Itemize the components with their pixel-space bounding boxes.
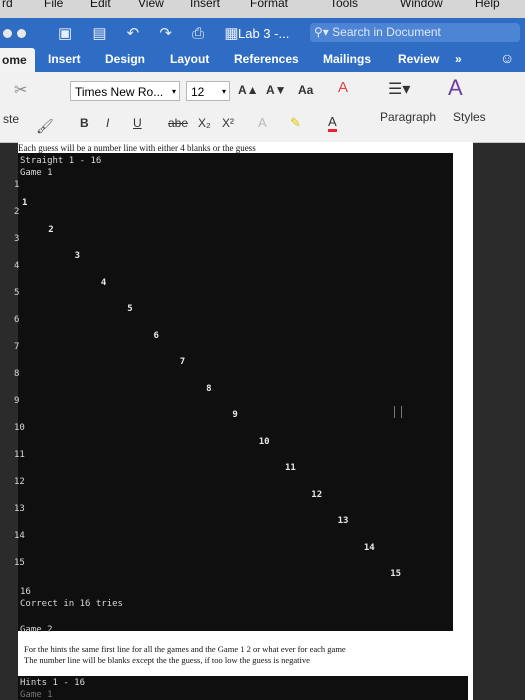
menu-item-app[interactable]: rd bbox=[2, 0, 13, 10]
console-output-hints: Hints 1 - 16 Game 1 bbox=[18, 676, 468, 700]
row-number: 15 bbox=[14, 558, 25, 568]
menu-item-help[interactable]: Help bbox=[475, 0, 500, 10]
console-line: 16 bbox=[20, 587, 31, 597]
font-color-icon[interactable]: A bbox=[328, 114, 337, 132]
intro-text: Each guess will be a number line with ei… bbox=[18, 143, 256, 153]
row-number: 1 bbox=[14, 180, 20, 190]
grow-font-button[interactable]: A▲ bbox=[238, 83, 259, 97]
guess-value: 15 bbox=[390, 569, 402, 579]
bold-button[interactable]: B bbox=[80, 116, 89, 130]
instruction-line: The number line will be blanks except th… bbox=[24, 655, 310, 665]
guess-value: 6 bbox=[153, 330, 159, 341]
paste-label[interactable]: ste bbox=[3, 112, 19, 126]
guess-value: 13 bbox=[337, 516, 349, 526]
document-title: Lab 3 -... bbox=[238, 26, 290, 41]
styles-icon[interactable]: A bbox=[448, 75, 463, 101]
guess-value: 3 bbox=[74, 251, 81, 261]
highlight-icon[interactable]: ✎ bbox=[290, 115, 301, 131]
guess-value: 8 bbox=[206, 383, 212, 394]
title-bar: ▣ ▤ ↶ ↷ ⎙ ▦ Lab 3 -... ⚲▾ Search in Docu… bbox=[0, 18, 525, 48]
styles-label[interactable]: Styles bbox=[453, 110, 486, 124]
row-number: 9 bbox=[14, 396, 20, 406]
strikethrough-button[interactable]: abe bbox=[168, 116, 188, 130]
subscript-button[interactable]: X₂ bbox=[198, 116, 211, 130]
guess-value: 4 bbox=[100, 277, 107, 288]
console-line: Hints 1 - 16 bbox=[20, 678, 86, 688]
console-output-game1: Straight 1 - 16 Game 1 1 2 3 4 5 6 7 8 9 10 11 12 13… bbox=[14, 153, 453, 635]
window-minimize-button[interactable] bbox=[3, 29, 12, 38]
italic-button[interactable]: I bbox=[106, 116, 109, 130]
guess-value: 10 bbox=[258, 436, 270, 447]
paragraph-label[interactable]: Paragraph bbox=[380, 110, 436, 124]
underline-button[interactable]: U bbox=[133, 116, 142, 130]
scissors-icon[interactable]: ✂ bbox=[14, 80, 27, 100]
ribbon-home: ✂ ste 🖌 Times New Ro... ▾ 12 ▾ A▲ A▼ Aa A … bbox=[0, 72, 525, 143]
row-number: 2 bbox=[14, 207, 20, 217]
row-number: 6 bbox=[14, 315, 20, 325]
row-number: 14 bbox=[14, 531, 25, 541]
console-line: Game 1 bbox=[20, 690, 53, 700]
guess-value: 2 bbox=[48, 224, 54, 235]
tab-references[interactable]: References bbox=[234, 52, 299, 66]
guess-value: 14 bbox=[363, 542, 375, 553]
tabs-overflow-button[interactable]: » bbox=[455, 52, 462, 66]
row-number: 12 bbox=[14, 477, 25, 487]
row-number: 4 bbox=[14, 261, 20, 271]
text-cursor-icon bbox=[394, 406, 402, 418]
row-number: 7 bbox=[14, 342, 20, 352]
text-effects-icon[interactable]: A bbox=[258, 115, 267, 130]
row-number: 11 bbox=[14, 450, 25, 460]
guess-value: 9 bbox=[232, 410, 238, 420]
format-painter-icon[interactable]: 🖌 bbox=[36, 118, 54, 135]
menu-item-view[interactable]: View bbox=[138, 0, 164, 10]
row-number: 13 bbox=[14, 504, 25, 514]
instruction-line: For the hints the same first line for al… bbox=[24, 644, 346, 654]
result-line: Correct in 16 tries bbox=[20, 599, 123, 609]
row-number: 5 bbox=[14, 288, 20, 298]
row-number: 10 bbox=[14, 423, 25, 433]
console-line: Game 1 bbox=[20, 168, 53, 178]
os-menubar: rd File Edit View Insert Format Tools Wi… bbox=[0, 0, 525, 18]
search-input[interactable]: ⚲▾ Search in Document bbox=[310, 23, 520, 42]
shrink-font-button[interactable]: A▼ bbox=[266, 83, 287, 97]
tab-design[interactable]: Design bbox=[105, 52, 145, 66]
tab-layout[interactable]: Layout bbox=[170, 52, 209, 66]
tab-insert[interactable]: Insert bbox=[48, 52, 81, 66]
guess-value: 12 bbox=[311, 489, 323, 500]
tab-home[interactable]: ome bbox=[0, 48, 35, 72]
superscript-button[interactable]: X² bbox=[222, 116, 234, 130]
row-number: 8 bbox=[14, 369, 20, 379]
guess-value: 11 bbox=[285, 463, 296, 473]
console-line: Game 2 bbox=[20, 625, 53, 635]
menu-item-insert[interactable]: Insert bbox=[190, 0, 220, 10]
guess-value: 5 bbox=[127, 304, 133, 314]
smiley-icon[interactable]: ☺ bbox=[500, 50, 514, 66]
font-name-select[interactable]: Times New Ro... ▾ bbox=[70, 81, 180, 101]
guess-value: 7 bbox=[179, 357, 186, 367]
console-line: Straight 1 - 16 bbox=[20, 156, 102, 166]
ribbon-tabs: ome Insert Design Layout References Mail… bbox=[0, 48, 525, 72]
clear-format-icon[interactable]: A bbox=[338, 79, 348, 96]
quick-access-toolbar[interactable]: ▣ ▤ ↶ ↷ ⎙ ▦ bbox=[58, 24, 247, 42]
menu-item-file[interactable]: File bbox=[44, 0, 63, 10]
window-zoom-button[interactable] bbox=[17, 29, 26, 38]
menu-item-format[interactable]: Format bbox=[250, 0, 288, 10]
search-icon: ⚲▾ bbox=[314, 25, 333, 39]
menu-item-window[interactable]: Window bbox=[400, 0, 443, 10]
tab-review[interactable]: Review bbox=[398, 52, 439, 66]
bullets-icon[interactable]: ☰▾ bbox=[388, 79, 410, 99]
row-number: 3 bbox=[14, 234, 20, 244]
guess-value: 1 bbox=[22, 198, 28, 208]
tab-mailings[interactable]: Mailings bbox=[323, 52, 371, 66]
change-case-button[interactable]: Aa bbox=[298, 83, 313, 97]
menu-item-tools[interactable]: Tools bbox=[330, 0, 358, 10]
menu-item-edit[interactable]: Edit bbox=[90, 0, 111, 10]
font-size-select[interactable]: 12 ▾ bbox=[186, 81, 230, 101]
